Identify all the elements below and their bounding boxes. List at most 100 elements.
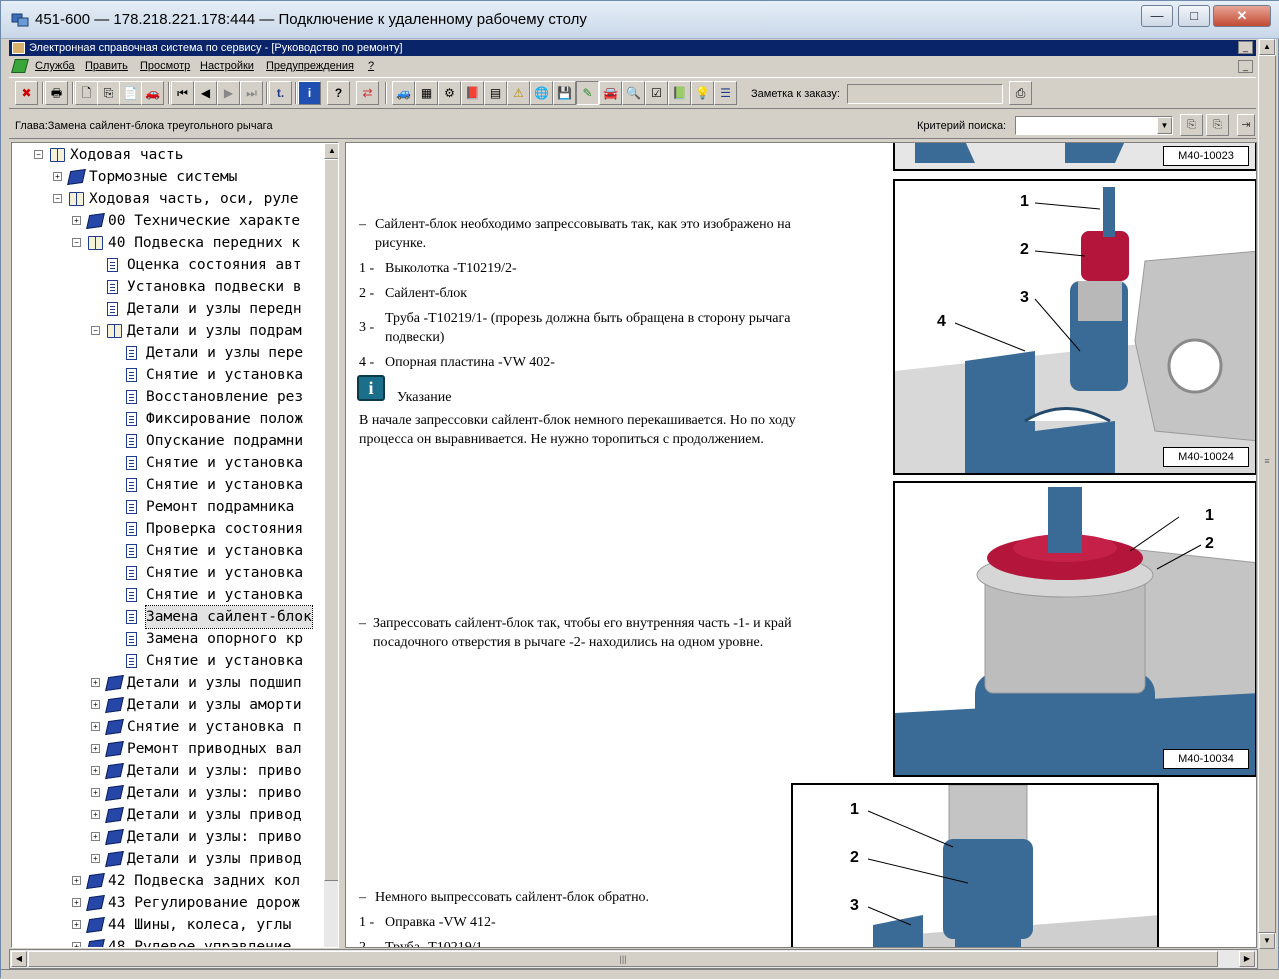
- window-horizontal-scrollbar[interactable]: ◀ ||| ▶: [9, 949, 1258, 969]
- tree-item[interactable]: Оценка состояния авт: [12, 254, 324, 276]
- search-car-button[interactable]: 🔍: [622, 81, 645, 105]
- checklist-button[interactable]: ☑: [645, 81, 668, 105]
- figure-m40-10024[interactable]: 1 2 3 4 M40-10024: [893, 179, 1256, 475]
- tree-item[interactable]: + Детали и узлы привод: [12, 848, 324, 870]
- menu-help[interactable]: ?: [368, 57, 374, 76]
- tree-item[interactable]: Снятие и установка: [12, 364, 324, 386]
- swap-button[interactable]: ⇄: [356, 81, 379, 105]
- tips-button[interactable]: 💡: [691, 81, 714, 105]
- help-button[interactable]: ?: [327, 81, 350, 105]
- globe-button[interactable]: 🌐: [530, 81, 553, 105]
- tree-item[interactable]: Проверка состояния: [12, 518, 324, 540]
- expand-icon[interactable]: +: [91, 678, 100, 687]
- tree-scrollbar[interactable]: ▲: [324, 143, 338, 947]
- notes-button[interactable]: 📗: [668, 81, 691, 105]
- vehicle-data-button[interactable]: 🚙: [392, 81, 415, 105]
- tree-item[interactable]: +44 Шины, колеса, углы: [12, 914, 324, 936]
- menu-settings[interactable]: Настройки: [200, 57, 254, 76]
- tree-item[interactable]: Снятие и установка: [12, 474, 324, 496]
- table-button[interactable]: ▦: [415, 81, 438, 105]
- tree-item[interactable]: − Ходовая часть, оси, руле: [12, 188, 324, 210]
- menu-edit[interactable]: Править: [85, 57, 128, 76]
- tree-item[interactable]: +00 Технические характе: [12, 210, 324, 232]
- mdi-minimize-button[interactable]: _: [1238, 41, 1253, 54]
- search-go-button[interactable]: ⇥: [1237, 114, 1255, 136]
- tree-item[interactable]: +48 Рулевое управление: [12, 936, 324, 947]
- tree-item[interactable]: Снятие и установка: [12, 650, 324, 672]
- scroll-right-button[interactable]: ▶: [1239, 951, 1255, 967]
- figure-extract-bushing[interactable]: 1 2 3: [791, 783, 1159, 947]
- figure-m40-10023[interactable]: M40-10023: [893, 143, 1256, 171]
- scroll-down-button[interactable]: ▼: [1259, 933, 1275, 949]
- tree-item[interactable]: − Ходовая часть: [12, 144, 324, 166]
- tree-item[interactable]: Замена опорного кр: [12, 628, 324, 650]
- edit-button[interactable]: ✎: [576, 81, 599, 105]
- tree-item[interactable]: + Детали и узлы аморти: [12, 694, 324, 716]
- tree-item[interactable]: + Детали и узлы: приво: [12, 760, 324, 782]
- minimize-button[interactable]: —: [1141, 5, 1173, 27]
- order-note-field[interactable]: [847, 84, 1003, 104]
- tree-item[interactable]: Установка подвески в: [12, 276, 324, 298]
- expand-icon[interactable]: +: [72, 898, 81, 907]
- tree-item[interactable]: Опускание подрамни: [12, 430, 324, 452]
- doc-list-button[interactable]: 📄: [119, 81, 142, 105]
- tree-item[interactable]: + Ремонт приводных вал: [12, 738, 324, 760]
- manual-button[interactable]: 📕: [461, 81, 484, 105]
- window-vertical-scrollbar[interactable]: ▲ ≡ ▼: [1258, 39, 1276, 949]
- maximize-button[interactable]: □: [1178, 5, 1210, 27]
- scroll-left-button[interactable]: ◀: [11, 951, 27, 967]
- expand-icon[interactable]: +: [91, 700, 100, 709]
- save-button[interactable]: 💾: [553, 81, 576, 105]
- expand-icon[interactable]: +: [91, 854, 100, 863]
- tree-item[interactable]: + Детали и узлы: приво: [12, 826, 324, 848]
- toc-button[interactable]: t.: [269, 81, 292, 105]
- search-criterion-select[interactable]: ▼: [1015, 116, 1173, 135]
- chevron-down-icon[interactable]: ▼: [1157, 117, 1172, 134]
- prev-page-button[interactable]: ◀: [194, 81, 217, 105]
- new-doc-button[interactable]: 🗋: [75, 81, 98, 105]
- pane-splitter[interactable]: [340, 142, 344, 948]
- tree-scroll-thumb[interactable]: [324, 159, 338, 881]
- tree-item[interactable]: +43 Регулирование дорож: [12, 892, 324, 914]
- tree-item[interactable]: Снятие и установка: [12, 562, 324, 584]
- warning-button[interactable]: ⚠: [507, 81, 530, 105]
- copy-doc-button[interactable]: ⎘: [97, 81, 120, 105]
- collapse-icon[interactable]: −: [72, 238, 81, 247]
- order-note-button[interactable]: ⎙: [1009, 81, 1032, 105]
- print-button[interactable]: 🖶: [45, 81, 68, 105]
- tree-item[interactable]: Восстановление рез: [12, 386, 324, 408]
- tools-button[interactable]: ⚙: [438, 81, 461, 105]
- tree-item[interactable]: + Снятие и установка п: [12, 716, 324, 738]
- scroll-up-button[interactable]: ▲: [1259, 39, 1275, 55]
- menu-warnings[interactable]: Предупреждения: [266, 57, 354, 76]
- expand-icon[interactable]: +: [72, 920, 81, 929]
- tree-item[interactable]: + Детали и узлы привод: [12, 804, 324, 826]
- expand-icon[interactable]: +: [91, 788, 100, 797]
- expand-icon[interactable]: +: [53, 172, 62, 181]
- expand-icon[interactable]: +: [72, 876, 81, 885]
- search-next-button[interactable]: ⎘: [1206, 114, 1229, 136]
- tree-item[interactable]: + Тормозные системы: [12, 166, 324, 188]
- car-button[interactable]: 🚘: [599, 81, 622, 105]
- horizontal-scroll-thumb[interactable]: |||: [28, 951, 1218, 967]
- first-page-button[interactable]: ⏮: [171, 81, 194, 105]
- vertical-scroll-thumb[interactable]: ≡: [1258, 55, 1276, 933]
- last-page-button[interactable]: ⏭: [240, 81, 263, 105]
- list-button[interactable]: ▤: [484, 81, 507, 105]
- window-titlebar[interactable]: 451-600 — 178.218.221.178:444 — Подключе…: [1, 1, 1279, 39]
- collapse-icon[interactable]: −: [91, 326, 100, 335]
- tree-item[interactable]: Ремонт подрамника: [12, 496, 324, 518]
- expand-icon[interactable]: +: [72, 216, 81, 225]
- close-button[interactable]: ✕: [1213, 5, 1271, 27]
- vehicle-button[interactable]: 🚗: [141, 81, 164, 105]
- expand-icon[interactable]: +: [91, 832, 100, 841]
- menu-service[interactable]: Служба: [35, 57, 75, 76]
- tree-item[interactable]: Фиксирование полож: [12, 408, 324, 430]
- tree-item[interactable]: Детали и узлы передн: [12, 298, 324, 320]
- menu-list-button[interactable]: ☰: [714, 81, 737, 105]
- tree-item[interactable]: Снятие и установка: [12, 540, 324, 562]
- tree-scroll-up[interactable]: ▲: [324, 143, 338, 159]
- expand-icon[interactable]: +: [91, 744, 100, 753]
- tree-item[interactable]: +42 Подвеска задних кол: [12, 870, 324, 892]
- search-prev-button[interactable]: ⎘: [1180, 114, 1203, 136]
